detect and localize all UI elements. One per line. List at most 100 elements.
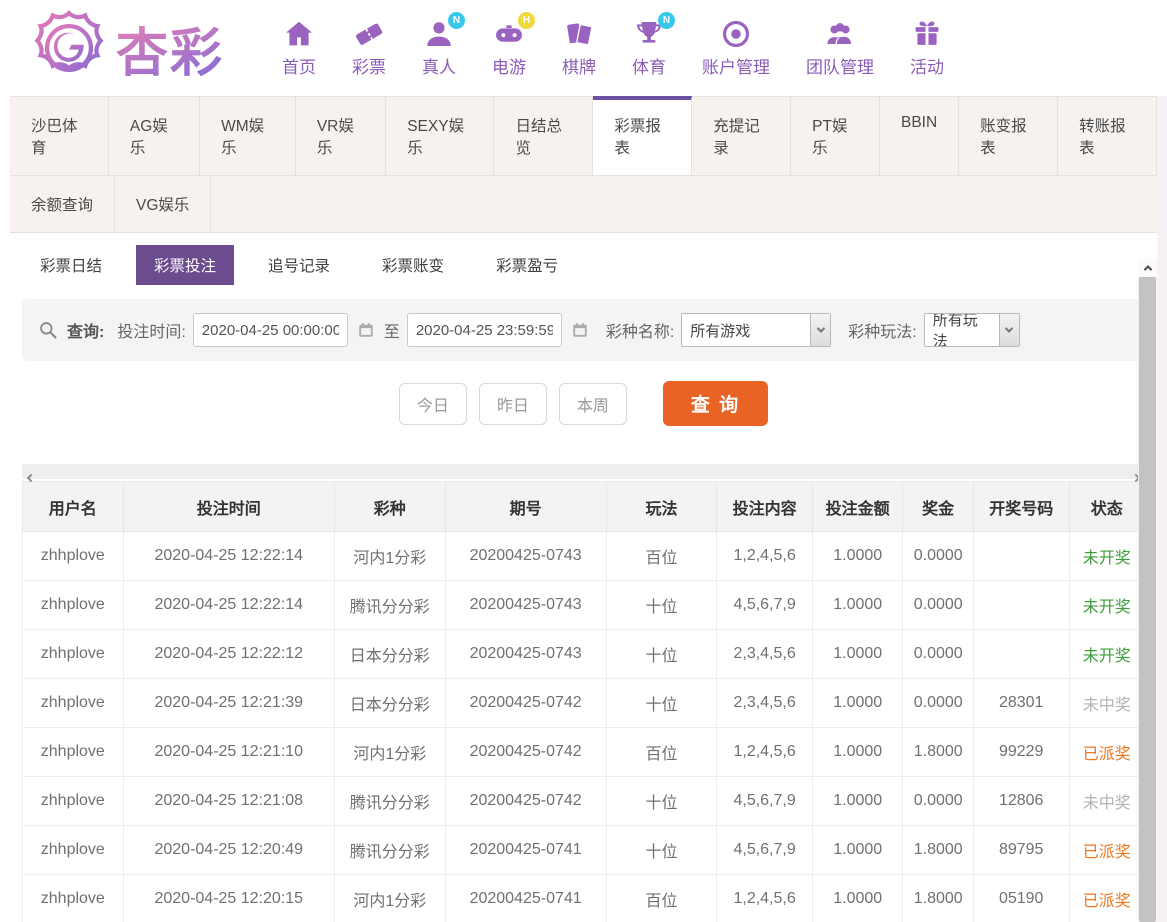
top-nav-item-gamepad[interactable]: H 电游 xyxy=(492,12,536,78)
cell-lottery: 日本分分彩 xyxy=(333,629,446,679)
top-nav-label: 活动 xyxy=(910,58,945,77)
query-label: 查询: xyxy=(67,324,105,341)
end-time-input[interactable] xyxy=(406,313,562,347)
search-button[interactable]: 查 询 xyxy=(662,381,769,426)
top-nav-item-trophy[interactable]: N 体育 xyxy=(632,12,676,78)
cell-issue: 20200425-0742 xyxy=(444,727,607,777)
chevron-down-icon xyxy=(998,314,1019,346)
cell-bet-time: 2020-04-25 12:21:10 xyxy=(122,727,335,777)
main-tab-日结总览[interactable]: 日结总览 xyxy=(494,97,594,175)
sub-tab-彩票盈亏[interactable]: 彩票盈亏 xyxy=(478,245,576,285)
calendar-icon[interactable] xyxy=(357,321,375,339)
sub-tab-彩票日结[interactable]: 彩票日结 xyxy=(22,245,120,285)
yesterday-button[interactable]: 昨日 xyxy=(478,382,547,425)
brand-emblem-icon xyxy=(34,10,104,73)
sub-tab-彩票账变[interactable]: 彩票账变 xyxy=(364,245,462,285)
cell-draw-number xyxy=(972,580,1070,630)
cell-play: 百位 xyxy=(605,531,718,581)
cell-status: 已派奖 xyxy=(1068,825,1145,875)
scroll-up-icon[interactable] xyxy=(1138,258,1157,277)
main-tab-PT娱乐[interactable]: PT娱乐 xyxy=(791,97,880,175)
main-tab-WM娱乐[interactable]: WM娱乐 xyxy=(200,97,296,175)
cell-status: 未中奖 xyxy=(1068,678,1145,728)
cell-status: 未开奖 xyxy=(1068,580,1145,630)
cell-bet-time: 2020-04-25 12:20:49 xyxy=(122,825,335,875)
table-row: zhhplove 2020-04-25 12:21:10 河内1分彩 20200425… xyxy=(22,727,1145,777)
table-row: zhhplove 2020-04-25 12:22:14 河内1分彩 20200425… xyxy=(22,531,1145,581)
main-tab-沙巴体育[interactable]: 沙巴体育 xyxy=(10,97,109,175)
cell-draw-number: 05190 xyxy=(972,874,1070,922)
cell-bet-time: 2020-04-25 12:22:14 xyxy=(122,580,335,630)
top-nav-item-cards[interactable]: 棋牌 xyxy=(562,18,596,78)
main-tab-充提记录[interactable]: 充提记录 xyxy=(692,97,792,175)
cell-play: 百位 xyxy=(605,727,718,777)
ticket-icon xyxy=(353,18,385,50)
play-select[interactable]: 所有玩法 xyxy=(923,313,1020,347)
scrollbar-thumb[interactable] xyxy=(1139,277,1156,922)
top-nav-item-home[interactable]: 首页 xyxy=(282,18,316,78)
cell-play: 百位 xyxy=(605,874,718,922)
cell-issue: 20200425-0743 xyxy=(444,629,607,679)
bet-time-label: 投注时间: xyxy=(117,324,186,341)
top-header: 杏彩 首页 彩票 N 真人 H 电游 棋牌 N 体育 账户管理 团队管理 活动 xyxy=(0,0,1167,96)
horizontal-scrollbar[interactable] xyxy=(22,464,1145,483)
main-tab-VR娱乐[interactable]: VR娱乐 xyxy=(296,97,387,175)
game-select[interactable]: 所有游戏 xyxy=(681,313,832,347)
cell-lottery: 腾讯分分彩 xyxy=(333,776,446,826)
cell-issue: 20200425-0742 xyxy=(444,678,607,728)
this-week-button[interactable]: 本周 xyxy=(558,382,627,425)
top-nav-item-account[interactable]: 账户管理 xyxy=(702,18,770,78)
cell-prize: 1.8000 xyxy=(902,825,974,875)
filter-panel: 查询: 投注时间: 至 彩种名称: 所有游戏 彩种玩法: 所有玩法 xyxy=(22,299,1145,361)
cell-status: 已派奖 xyxy=(1068,874,1145,922)
sub-tabbar: 彩票日结 彩票投注 追号记录 彩票账变 彩票盈亏 xyxy=(0,233,1167,295)
cell-issue: 20200425-0743 xyxy=(444,531,607,581)
main-tab-余额查询[interactable]: 余额查询 xyxy=(10,176,116,232)
cell-bet-amount: 1.0000 xyxy=(811,629,904,679)
brand-logo[interactable]: 杏彩 xyxy=(30,9,224,87)
top-nav-item-live-person[interactable]: N 真人 xyxy=(422,12,466,78)
home-icon xyxy=(283,18,315,50)
cell-prize: 0.0000 xyxy=(902,531,974,581)
cell-username: zhhplove xyxy=(22,776,124,826)
cell-play: 十位 xyxy=(605,776,718,826)
bets-table: 用户名 投注时间 彩种 期号 玩法 投注内容 投注金额 奖金 开奖号码 状态 zhhplove 20… xyxy=(22,481,1145,922)
column-header-draw-number: 开奖号码 xyxy=(972,481,1070,532)
top-nav-item-team[interactable]: 团队管理 xyxy=(806,18,874,78)
calendar-icon[interactable] xyxy=(571,321,589,339)
table-row: zhhplove 2020-04-25 12:20:15 河内1分彩 20200425… xyxy=(22,874,1145,922)
today-button[interactable]: 今日 xyxy=(398,382,467,425)
vertical-scrollbar[interactable] xyxy=(1138,258,1157,922)
sub-tab-追号记录[interactable]: 追号记录 xyxy=(250,245,348,285)
cell-lottery: 河内1分彩 xyxy=(333,531,446,581)
main-tab-AG娱乐[interactable]: AG娱乐 xyxy=(109,97,201,175)
cell-issue: 20200425-0743 xyxy=(444,580,607,630)
cell-issue: 20200425-0741 xyxy=(444,825,607,875)
cell-bet-content: 2,3,4,5,6 xyxy=(716,678,813,728)
cell-prize: 0.0000 xyxy=(902,776,974,826)
main-tab-SEXY娱乐[interactable]: SEXY娱乐 xyxy=(386,97,495,175)
brand-name: 杏彩 xyxy=(116,11,224,86)
scroll-left-icon[interactable] xyxy=(26,468,36,486)
sub-tab-彩票投注[interactable]: 彩票投注 xyxy=(136,245,235,285)
cell-bet-amount: 1.0000 xyxy=(811,580,904,630)
top-nav-item-ticket[interactable]: 彩票 xyxy=(352,18,386,78)
top-nav-label: 团队管理 xyxy=(806,58,875,77)
cell-username: zhhplove xyxy=(22,727,124,777)
cell-username: zhhplove xyxy=(22,678,124,728)
main-tab-彩票报表[interactable]: 彩票报表 xyxy=(593,96,693,175)
column-header-issue: 期号 xyxy=(444,481,607,532)
cell-bet-content: 1,2,4,5,6 xyxy=(716,531,813,581)
table-row: zhhplove 2020-04-25 12:21:08 腾讯分分彩 20200425… xyxy=(22,776,1145,826)
top-nav-item-gift[interactable]: 活动 xyxy=(910,18,944,78)
gift-icon xyxy=(911,18,943,50)
main-tab-转账报表[interactable]: 转账报表 xyxy=(1058,97,1157,175)
main-tab-账变报表[interactable]: 账变报表 xyxy=(959,97,1059,175)
start-time-input[interactable] xyxy=(192,313,348,347)
cell-play: 十位 xyxy=(605,580,718,630)
to-label: 至 xyxy=(383,324,400,341)
cell-username: zhhplove xyxy=(22,874,124,922)
main-tabs-row-1: 沙巴体育 AG娱乐 WM娱乐 VR娱乐 SEXY娱乐 日结总览 彩票报表 充提记录 PT娱乐 BB… xyxy=(10,96,1157,176)
main-tab-BBIN[interactable]: BBIN xyxy=(880,97,960,175)
main-tab-VG娱乐[interactable]: VG娱乐 xyxy=(115,176,212,232)
